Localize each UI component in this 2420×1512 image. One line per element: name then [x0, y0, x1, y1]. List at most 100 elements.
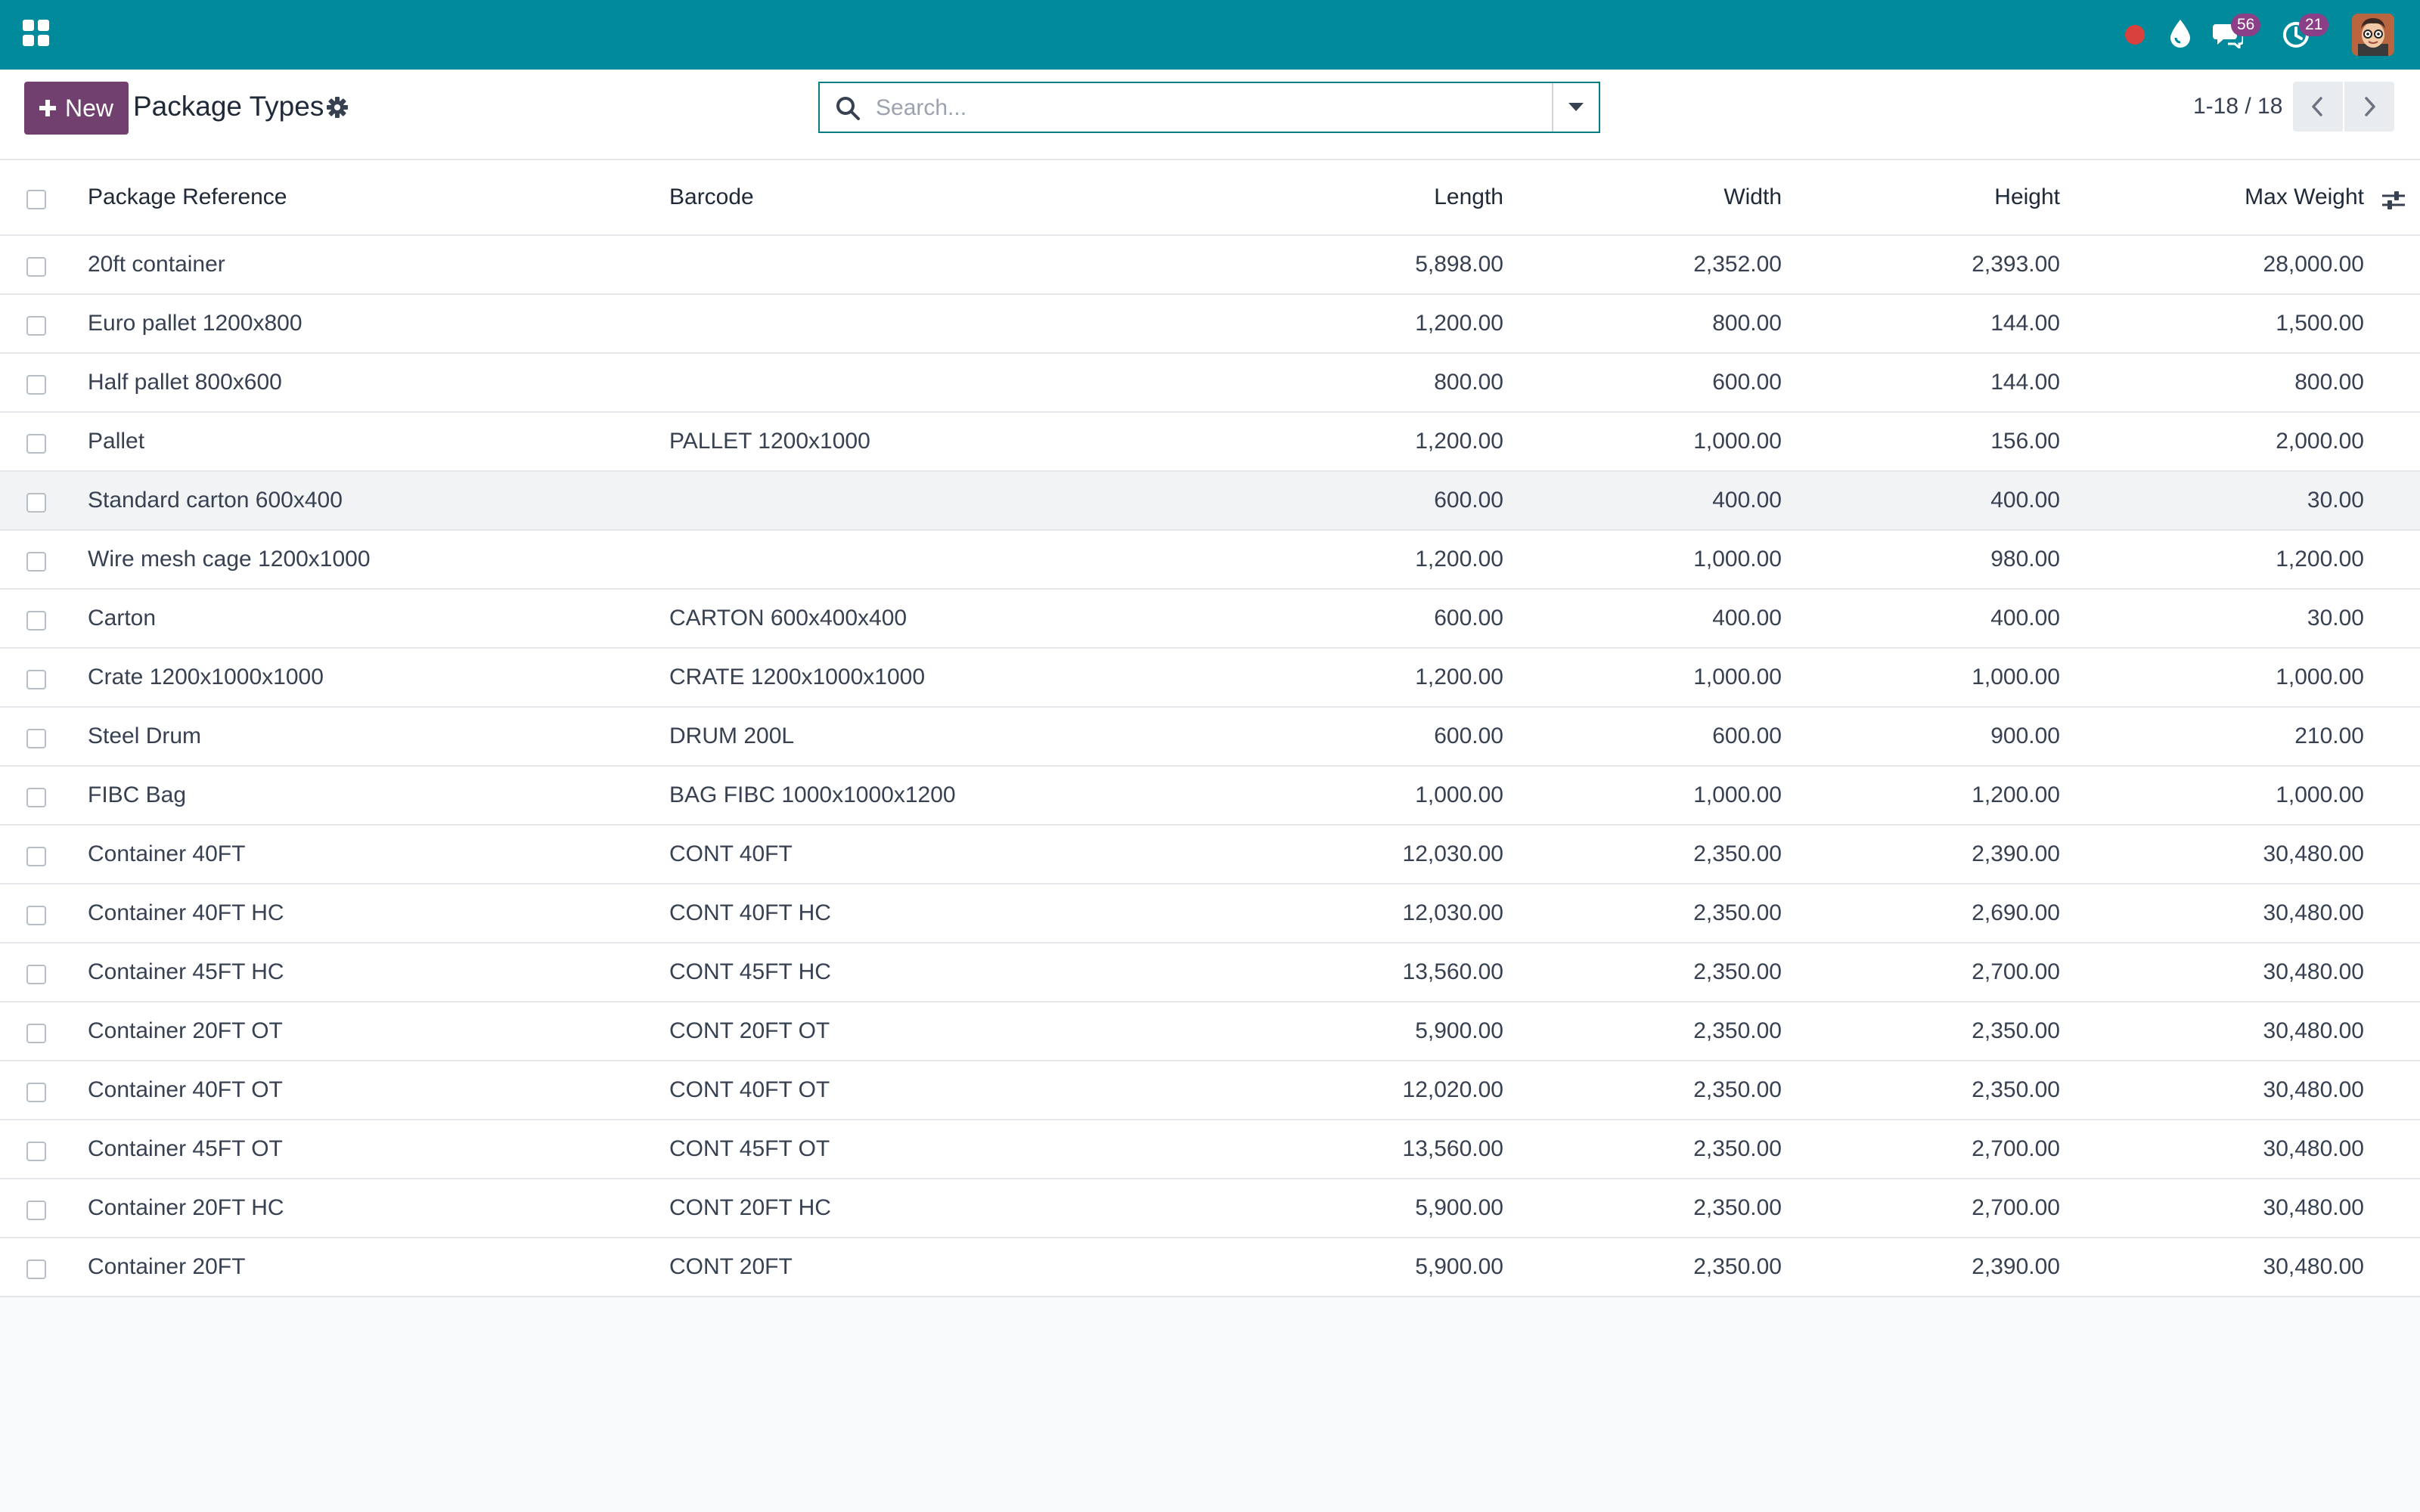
cell-package-reference: Euro pallet 1200x800: [88, 311, 302, 336]
table-row[interactable]: Container 20FT CONT 20FT 5,900.00 2,350.00 2…: [0, 1238, 2420, 1297]
cell-package-reference: Standard carton 600x400: [88, 488, 343, 513]
table-row[interactable]: Carton CARTON 600x400x400 600.00 400.00 400.…: [0, 590, 2420, 649]
select-all-checkbox[interactable]: [26, 190, 46, 209]
gear-icon[interactable]: [325, 95, 349, 119]
cell-width: 2,350.00: [1693, 1018, 1782, 1043]
row-checkbox[interactable]: [26, 1201, 46, 1220]
column-header-barcode[interactable]: Barcode: [669, 160, 754, 234]
row-checkbox[interactable]: [26, 493, 46, 513]
table-row[interactable]: Container 20FT HC CONT 20FT HC 5,900.00 2,3…: [0, 1179, 2420, 1238]
search-options-toggle[interactable]: [1552, 83, 1599, 132]
apps-menu-icon[interactable]: [23, 20, 50, 47]
cell-max-weight: 210.00: [2294, 723, 2364, 748]
row-checkbox[interactable]: [26, 1259, 46, 1279]
row-checkbox[interactable]: [26, 1142, 46, 1161]
table-row[interactable]: Crate 1200x1000x1000 CRATE 1200x1000x1000…: [0, 649, 2420, 708]
cell-length: 13,560.00: [1402, 1136, 1503, 1161]
row-checkbox[interactable]: [26, 1024, 46, 1043]
row-checkbox[interactable]: [26, 611, 46, 631]
user-avatar[interactable]: [2352, 14, 2394, 56]
table-row[interactable]: Half pallet 800x600 800.00 600.00 144.00 800…: [0, 354, 2420, 413]
row-select-cell: [24, 354, 48, 411]
table-row[interactable]: Euro pallet 1200x800 1,200.00 800.00 144.00…: [0, 295, 2420, 354]
pager-previous-button[interactable]: [2293, 82, 2343, 132]
row-checkbox[interactable]: [26, 906, 46, 925]
cell-height: 2,350.00: [1972, 1018, 2060, 1043]
table-row[interactable]: Container 20FT OT CONT 20FT OT 5,900.00 2,3…: [0, 1002, 2420, 1061]
optional-columns-icon[interactable]: [2381, 189, 2406, 212]
cell-barcode: BAG FIBC 1000x1000x1200: [669, 782, 956, 807]
row-checkbox[interactable]: [26, 670, 46, 689]
row-checkbox[interactable]: [26, 847, 46, 866]
cell-width: 1,000.00: [1693, 665, 1782, 689]
cell-length: 12,020.00: [1402, 1077, 1503, 1102]
cell-height: 400.00: [1990, 488, 2060, 513]
cell-max-weight: 1,200.00: [2276, 547, 2364, 572]
table-row[interactable]: Container 45FT OT CONT 45FT OT 13,560.00 2,…: [0, 1120, 2420, 1179]
cell-width: 1,000.00: [1693, 547, 1782, 572]
search-input[interactable]: [874, 89, 1528, 127]
table-row[interactable]: Steel Drum DRUM 200L 600.00 600.00 900.00 210…: [0, 708, 2420, 767]
row-checkbox[interactable]: [26, 257, 46, 277]
cell-barcode: CRATE 1200x1000x1000: [669, 665, 925, 689]
row-checkbox[interactable]: [26, 552, 46, 572]
cell-height: 1,200.00: [1972, 782, 2060, 807]
table-row[interactable]: Container 40FT OT CONT 40FT OT 12,020.00 2,…: [0, 1061, 2420, 1120]
cell-height: 2,700.00: [1972, 959, 2060, 984]
table-row[interactable]: Container 40FT CONT 40FT 12,030.00 2,350.00…: [0, 826, 2420, 885]
table-row[interactable]: FIBC Bag BAG FIBC 1000x1000x1200 1,000.00 1…: [0, 767, 2420, 826]
row-checkbox[interactable]: [26, 434, 46, 454]
new-button[interactable]: New: [24, 82, 129, 135]
cell-max-weight: 30,480.00: [2263, 959, 2364, 984]
row-select-cell: [24, 590, 48, 647]
row-checkbox[interactable]: [26, 729, 46, 748]
recording-status-icon[interactable]: [2125, 25, 2145, 45]
row-checkbox[interactable]: [26, 788, 46, 807]
table-row[interactable]: Standard carton 600x400 600.00 400.00 400.0…: [0, 472, 2420, 531]
column-header-length[interactable]: Length: [1434, 160, 1503, 234]
row-checkbox[interactable]: [26, 965, 46, 984]
table-row[interactable]: Container 45FT HC CONT 45FT HC 13,560.00 2,…: [0, 943, 2420, 1002]
table-row[interactable]: Container 40FT HC CONT 40FT HC 12,030.00 2,…: [0, 885, 2420, 943]
cell-package-reference: 20ft container: [88, 252, 225, 277]
row-select-cell: [24, 1002, 48, 1060]
column-header-max-weight[interactable]: Max Weight: [2245, 160, 2364, 234]
cell-max-weight: 1,000.00: [2276, 665, 2364, 689]
cell-max-weight: 28,000.00: [2263, 252, 2364, 277]
row-checkbox[interactable]: [26, 316, 46, 336]
cell-barcode: CONT 20FT: [669, 1254, 793, 1279]
water-drop-icon[interactable]: [2167, 18, 2193, 48]
row-select-cell: [24, 767, 48, 824]
cell-barcode: CONT 20FT OT: [669, 1018, 830, 1043]
column-header-package-reference[interactable]: Package Reference: [88, 160, 287, 234]
row-select-cell: [24, 236, 48, 293]
cell-max-weight: 1,500.00: [2276, 311, 2364, 336]
cell-height: 2,690.00: [1972, 900, 2060, 925]
cell-barcode: CONT 20FT HC: [669, 1195, 831, 1220]
pager-next-button[interactable]: [2344, 82, 2394, 132]
package-types-table: Package Reference Barcode Length Width H…: [0, 160, 2420, 1297]
cell-width: 2,350.00: [1693, 841, 1782, 866]
table-row[interactable]: Wire mesh cage 1200x1000 1,200.00 1,000.00…: [0, 531, 2420, 590]
row-checkbox[interactable]: [26, 1083, 46, 1102]
cell-max-weight: 30,480.00: [2263, 900, 2364, 925]
pager-value[interactable]: 1-18 / 18: [2193, 94, 2282, 119]
table-header: Package Reference Barcode Length Width H…: [0, 160, 2420, 236]
cell-length: 12,030.00: [1402, 841, 1503, 866]
column-header-width[interactable]: Width: [1723, 160, 1782, 234]
table-row[interactable]: 20ft container 5,898.00 2,352.00 2,393.00 28…: [0, 236, 2420, 295]
row-select-cell: [24, 472, 48, 529]
row-select-cell: [24, 885, 48, 942]
cell-barcode: CONT 40FT OT: [669, 1077, 830, 1102]
chevron-left-icon: [2312, 97, 2322, 116]
row-checkbox[interactable]: [26, 375, 46, 395]
column-header-height[interactable]: Height: [1994, 160, 2060, 234]
cell-width: 1,000.00: [1693, 782, 1782, 807]
cell-height: 1,000.00: [1972, 665, 2060, 689]
cell-width: 800.00: [1712, 311, 1782, 336]
row-select-cell: [24, 708, 48, 765]
cell-length: 5,900.00: [1415, 1254, 1503, 1279]
cell-max-weight: 30,480.00: [2263, 1195, 2364, 1220]
table-row[interactable]: Pallet PALLET 1200x1000 1,200.00 1,000.00 15…: [0, 413, 2420, 472]
cell-height: 980.00: [1990, 547, 2060, 572]
